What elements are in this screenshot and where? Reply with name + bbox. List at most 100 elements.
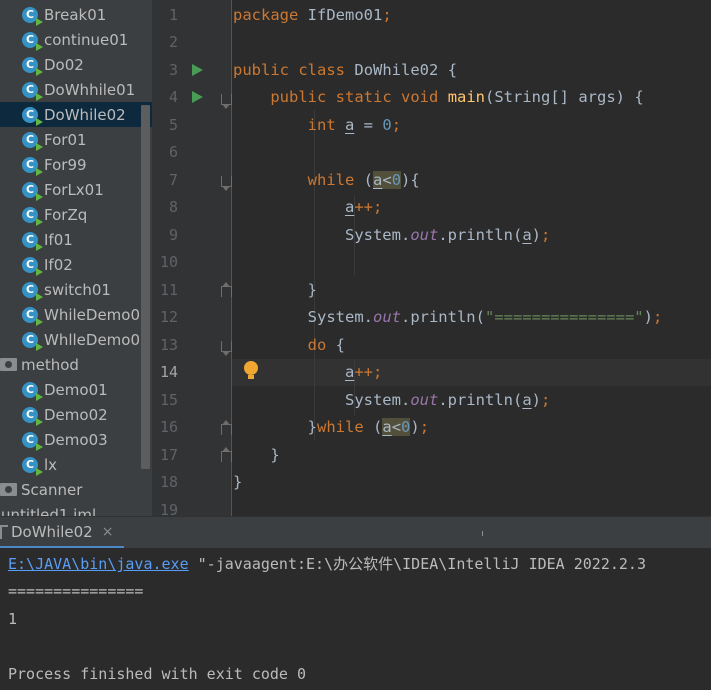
java-class-icon: C (22, 306, 43, 326)
tree-item-label: Scanner (21, 480, 83, 499)
line-number: 19 (159, 501, 178, 516)
console-command-args: "-javaagent:E:\办公软件\IDEA\IntelliJ IDEA 2… (188, 555, 646, 573)
tree-item-label: If02 (44, 255, 73, 274)
tree-item-forzq[interactable]: C ForZq (0, 202, 152, 227)
tree-item-continue01[interactable]: Ccontinue01 (0, 27, 152, 52)
run-config-icon (0, 524, 8, 539)
tree-item-label: continue01 (44, 30, 129, 49)
tree-item-label: For99 (44, 155, 87, 174)
tree-item-if01[interactable]: C If01 (0, 227, 152, 252)
tree-item-label: ForLx01 (44, 180, 104, 199)
line-number: 1 (168, 6, 178, 24)
java-class-icon: C (22, 156, 43, 176)
java-class-icon: C (22, 106, 43, 126)
tree-item-label: switch01 (44, 280, 111, 299)
tree-item-label: Do02 (44, 55, 84, 74)
tree-item-label: Break01 (44, 5, 107, 24)
tree-item-dowhhile01[interactable]: C DoWhhile01 (0, 77, 152, 102)
code-editor[interactable]: 1 2 3 4 5 6 7 8 9 10 11 12 13 14 15 16 1… (152, 0, 711, 516)
tree-scrollbar[interactable] (141, 105, 150, 469)
close-icon[interactable]: × (102, 524, 114, 540)
code-line-11: } (307, 281, 317, 299)
tree-item-whiledemo[interactable]: C WhileDemo0 (0, 302, 152, 327)
line-number: 13 (159, 336, 178, 354)
tree-item-method-package[interactable]: method (0, 352, 152, 377)
tab-run-dowhile02[interactable]: DoWhile02 × (0, 517, 124, 549)
line-number: 10 (159, 253, 178, 271)
java-class-icon: C (22, 406, 43, 426)
fold-do-icon[interactable] (221, 341, 232, 356)
code-line-4: public static void main(String[] args) { (270, 88, 644, 106)
code-line-7: while (a<0){ (307, 171, 420, 189)
tree-item-scanner-package[interactable]: Scanner (0, 477, 152, 502)
tree-item-label: Demo03 (44, 430, 108, 449)
code-line-16: }while (a<0); (307, 418, 430, 436)
tree-item-forlx01[interactable]: C ForLx01 (0, 177, 152, 202)
java-class-icon: C (22, 56, 43, 76)
tree-item-do02[interactable]: C Do02 (0, 52, 152, 77)
console-exit-message: Process finished with exit code 0 (8, 665, 307, 683)
run-tab-bar: DoWhile02 × (0, 516, 711, 549)
run-main-icon[interactable] (192, 91, 203, 103)
line-number: 18 (159, 473, 178, 491)
tree-item-demo02[interactable]: C Demo02 (0, 402, 152, 427)
tree-item-label: For01 (44, 130, 87, 149)
run-class-icon[interactable] (192, 64, 203, 76)
line-number: 16 (159, 418, 178, 436)
package-folder-icon (0, 358, 17, 371)
java-class-icon: C (22, 131, 43, 151)
code-line-13: do { (307, 336, 346, 354)
tree-item-switch01[interactable]: Cswitch01 (0, 277, 152, 302)
fold-main-icon[interactable] (221, 94, 232, 109)
code-line-12: System.out.println("==============="); (307, 308, 663, 326)
tree-item-label: Demo02 (44, 405, 108, 424)
tree-item-whlledemo[interactable]: C WhlleDemo0 (0, 327, 152, 352)
fold-while-icon[interactable] (221, 176, 232, 191)
tree-item-label: If01 (44, 230, 73, 249)
line-number: 2 (168, 33, 178, 51)
run-console[interactable]: E:\JAVA\bin\java.exe "-javaagent:E:\办公软件… (0, 548, 711, 690)
tree-item-label: untitled1.iml (1, 505, 97, 517)
line-number: 6 (168, 143, 178, 161)
line-number-current: 14 (159, 363, 178, 381)
tree-item-demo01[interactable]: C Demo01 (0, 377, 152, 402)
code-line-14: a++; (344, 363, 383, 381)
code-line-3: public class DoWhile02 { (233, 61, 458, 79)
tree-item-label: WhlleDemo0 (44, 330, 141, 349)
line-number: 12 (159, 308, 178, 326)
tree-item-for01[interactable]: C For01 (0, 127, 152, 152)
code-line-18: } (233, 473, 243, 491)
package-folder-icon (0, 483, 17, 496)
unfold-do-icon[interactable] (221, 420, 232, 435)
tree-item-label: ForZq (44, 205, 88, 224)
java-executable-link[interactable]: E:\JAVA\bin\java.exe (8, 555, 189, 573)
tree-item-break01[interactable]: C Break01 (0, 2, 152, 27)
tree-item-for99[interactable]: C For99 (0, 152, 152, 177)
tree-item-iml-file[interactable]: untitled1.iml (0, 502, 147, 517)
unfold-while-icon[interactable] (221, 282, 232, 297)
code-line-17: } (270, 446, 280, 464)
tree-item-label: lx (44, 455, 58, 474)
tab-label: DoWhile02 (11, 522, 93, 541)
tree-item-lx[interactable]: Clx (0, 452, 152, 477)
java-class-icon: C (22, 431, 43, 451)
unfold-main-icon[interactable] (221, 447, 232, 462)
java-class-icon: C (22, 231, 43, 251)
line-number: 3 (168, 61, 178, 79)
line-number: 15 (159, 391, 178, 409)
line-number: 8 (168, 198, 178, 216)
line-number: 17 (159, 446, 178, 464)
tree-item-label: WhileDemo0 (44, 305, 141, 324)
java-class-icon: C (22, 256, 43, 276)
java-class-icon: C (22, 31, 43, 51)
tree-item-dowhile02[interactable]: C DoWhile02 (0, 102, 152, 127)
tree-item-demo03[interactable]: C Demo03 (0, 427, 152, 452)
line-number: 11 (159, 281, 178, 299)
code-line-5: int a = 0; (307, 116, 402, 134)
java-class-icon: C (22, 181, 43, 201)
tree-item-if02[interactable]: C If02 (0, 252, 152, 277)
code-line-1: package IfDemo01; (233, 6, 392, 24)
java-class-icon: C (22, 381, 43, 401)
tree-item-label: DoWhhile01 (44, 80, 136, 99)
tree-item-label: method (21, 355, 79, 374)
